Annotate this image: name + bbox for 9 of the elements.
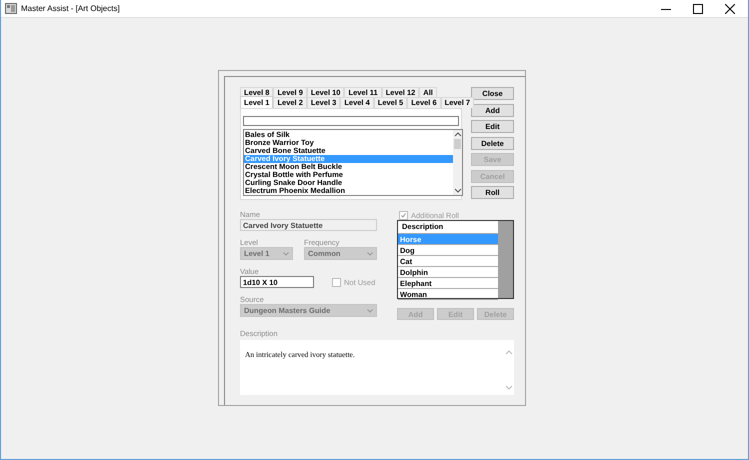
scroll-down-icon[interactable] (454, 188, 462, 194)
scroll-up-icon[interactable] (454, 131, 462, 137)
scroll-thumb[interactable] (454, 139, 461, 149)
app-icon (5, 3, 17, 14)
maximize-icon[interactable] (693, 4, 703, 14)
close-icon[interactable] (725, 4, 735, 14)
check-icon (401, 212, 406, 218)
search-field[interactable] (243, 116, 459, 126)
window-title: Master Assist - [Art Objects] (21, 4, 120, 13)
